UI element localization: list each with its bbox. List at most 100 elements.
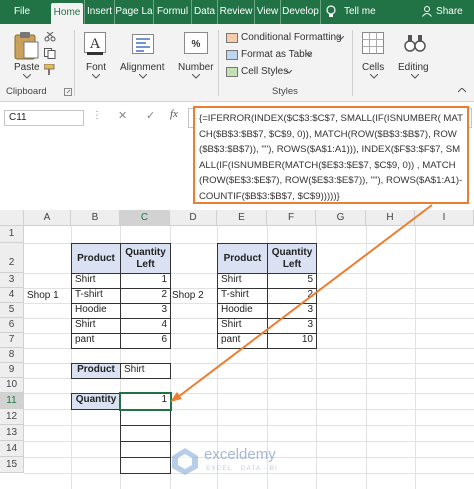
insert-function-icon[interactable]: fx [170, 108, 178, 120]
row-header-5[interactable]: 5 [0, 303, 24, 318]
select-all-corner[interactable] [0, 210, 24, 226]
result-cell[interactable] [120, 409, 171, 426]
tab-data[interactable]: Data [191, 0, 217, 24]
row-header-13[interactable]: 13 [0, 425, 24, 441]
lookup-value-cell[interactable]: Shirt [120, 363, 171, 379]
result-label-cell[interactable]: Quantity [71, 393, 121, 410]
name-box[interactable]: C11 [4, 110, 84, 126]
shop2-quantity-cell[interactable]: 10 [267, 333, 317, 349]
editing-chevron-down-icon[interactable] [411, 74, 419, 79]
clipboard-launcher-icon[interactable] [64, 88, 72, 96]
shop1-quantity-cell[interactable]: 6 [120, 333, 171, 349]
column-header-h[interactable]: H [366, 210, 415, 226]
shop2-quantity-cell[interactable]: 2 [267, 288, 317, 304]
column-header-f[interactable]: F [267, 210, 316, 226]
shop1-quantity-cell[interactable]: 3 [120, 303, 171, 319]
shop1-label[interactable]: Shop 1 [27, 290, 59, 301]
format-as-table-chevron-icon[interactable] [306, 53, 312, 57]
tab-view[interactable]: View [254, 0, 280, 24]
shop2-quantity-cell[interactable]: 3 [267, 318, 317, 334]
shop1-product-cell[interactable]: Shirt [71, 318, 121, 334]
shop2-product-cell[interactable]: pant [217, 333, 268, 349]
shop1-product-cell[interactable]: pant [71, 333, 121, 349]
row-header-14[interactable]: 14 [0, 441, 24, 457]
cells-label[interactable]: Cells [362, 62, 384, 73]
column-header-i[interactable]: I [415, 210, 474, 226]
column-header-d[interactable]: D [170, 210, 217, 226]
editing-binoculars-icon[interactable] [404, 32, 426, 54]
shop2-label[interactable]: Shop 2 [172, 290, 204, 301]
column-header-b[interactable]: B [71, 210, 120, 226]
column-header-a[interactable]: A [24, 210, 71, 226]
shop1-header-product[interactable]: Product [71, 243, 121, 274]
shop1-quantity-cell[interactable]: 2 [120, 288, 171, 304]
shop2-header-quantity[interactable]: Quantity Left [267, 243, 317, 274]
font-label[interactable]: Font [86, 62, 106, 73]
tell-me-search[interactable]: Tell me [340, 0, 390, 24]
format-as-table-icon[interactable] [226, 50, 238, 60]
conditional-formatting-button[interactable]: Conditional Formatting [241, 32, 342, 43]
shop1-product-cell[interactable]: Shirt [71, 273, 121, 289]
row-header-10[interactable]: 10 [0, 378, 24, 393]
tell-me-lightbulb-icon[interactable] [320, 0, 340, 24]
row-header-15[interactable]: 15 [0, 457, 24, 473]
cell-styles-chevron-icon[interactable] [286, 70, 292, 74]
cancel-entry-icon[interactable]: ✕ [118, 109, 127, 122]
share-button[interactable]: Share [412, 0, 472, 24]
tab-insert[interactable]: Insert [84, 0, 114, 24]
result-cell-c11[interactable]: 1 [119, 392, 172, 411]
row-header-9[interactable]: 9 [0, 363, 24, 378]
shop2-product-cell[interactable]: Shirt [217, 318, 268, 334]
copy-icon[interactable] [44, 48, 56, 59]
row-header-2[interactable]: 2 [0, 243, 24, 273]
shop1-product-cell[interactable]: Hoodie [71, 303, 121, 319]
enter-entry-icon[interactable]: ✓ [146, 109, 155, 122]
row-header-6[interactable]: 6 [0, 318, 24, 333]
cut-scissors-icon[interactable] [44, 32, 56, 42]
row-header-1[interactable]: 1 [0, 226, 24, 243]
tab-home[interactable]: Home [51, 3, 83, 24]
shop1-product-cell[interactable]: T-shirt [71, 288, 121, 304]
paste-clipboard-icon[interactable] [12, 30, 40, 60]
shop2-quantity-cell[interactable]: 3 [267, 303, 317, 319]
shop2-header-product[interactable]: Product [217, 243, 268, 274]
editing-label[interactable]: Editing [398, 62, 429, 73]
row-header-8[interactable]: 8 [0, 348, 24, 363]
column-header-c[interactable]: C [120, 210, 170, 226]
cell-styles-icon[interactable] [226, 67, 238, 77]
result-cell[interactable] [120, 441, 171, 458]
number-format-icon[interactable]: % [184, 32, 208, 54]
tab-review[interactable]: Review [217, 0, 254, 24]
shop2-product-cell[interactable]: Hoodie [217, 303, 268, 319]
format-painter-icon[interactable] [44, 64, 56, 75]
column-header-e[interactable]: E [217, 210, 267, 226]
alignment-icon[interactable] [132, 34, 154, 54]
shop1-quantity-cell[interactable]: 4 [120, 318, 171, 334]
font-chevron-down-icon[interactable] [92, 74, 100, 79]
row-header-7[interactable]: 7 [0, 333, 24, 348]
paste-chevron-down-icon[interactable] [23, 74, 31, 79]
result-cell[interactable] [120, 425, 171, 442]
paste-label[interactable]: Paste [14, 62, 40, 73]
alignment-chevron-down-icon[interactable] [139, 74, 147, 79]
row-header-3[interactable]: 3 [0, 273, 24, 288]
tab-developer[interactable]: Develop [280, 0, 320, 24]
cells-chevron-down-icon[interactable] [370, 74, 378, 79]
column-header-g[interactable]: G [316, 210, 366, 226]
cells-icon[interactable] [362, 32, 384, 54]
row-header-11[interactable]: 11 [0, 393, 24, 409]
format-as-table-button[interactable]: Format as Table [241, 49, 313, 60]
shop2-product-cell[interactable]: T-shirt [217, 288, 268, 304]
collapse-ribbon-chevron-icon[interactable] [458, 88, 466, 93]
font-icon[interactable]: A [84, 32, 106, 56]
shop1-header-quantity[interactable]: Quantity Left [120, 243, 171, 274]
tab-page-layout[interactable]: Page La [114, 0, 153, 24]
number-chevron-down-icon[interactable] [192, 74, 200, 79]
number-label[interactable]: Number [178, 62, 214, 73]
tab-formulas[interactable]: Formul [153, 0, 191, 24]
shop2-product-cell[interactable]: Shirt [217, 273, 268, 289]
row-header-12[interactable]: 12 [0, 409, 24, 425]
tab-file[interactable]: File [0, 0, 44, 24]
row-header-4[interactable]: 4 [0, 288, 24, 303]
shop1-quantity-cell[interactable]: 1 [120, 273, 171, 289]
